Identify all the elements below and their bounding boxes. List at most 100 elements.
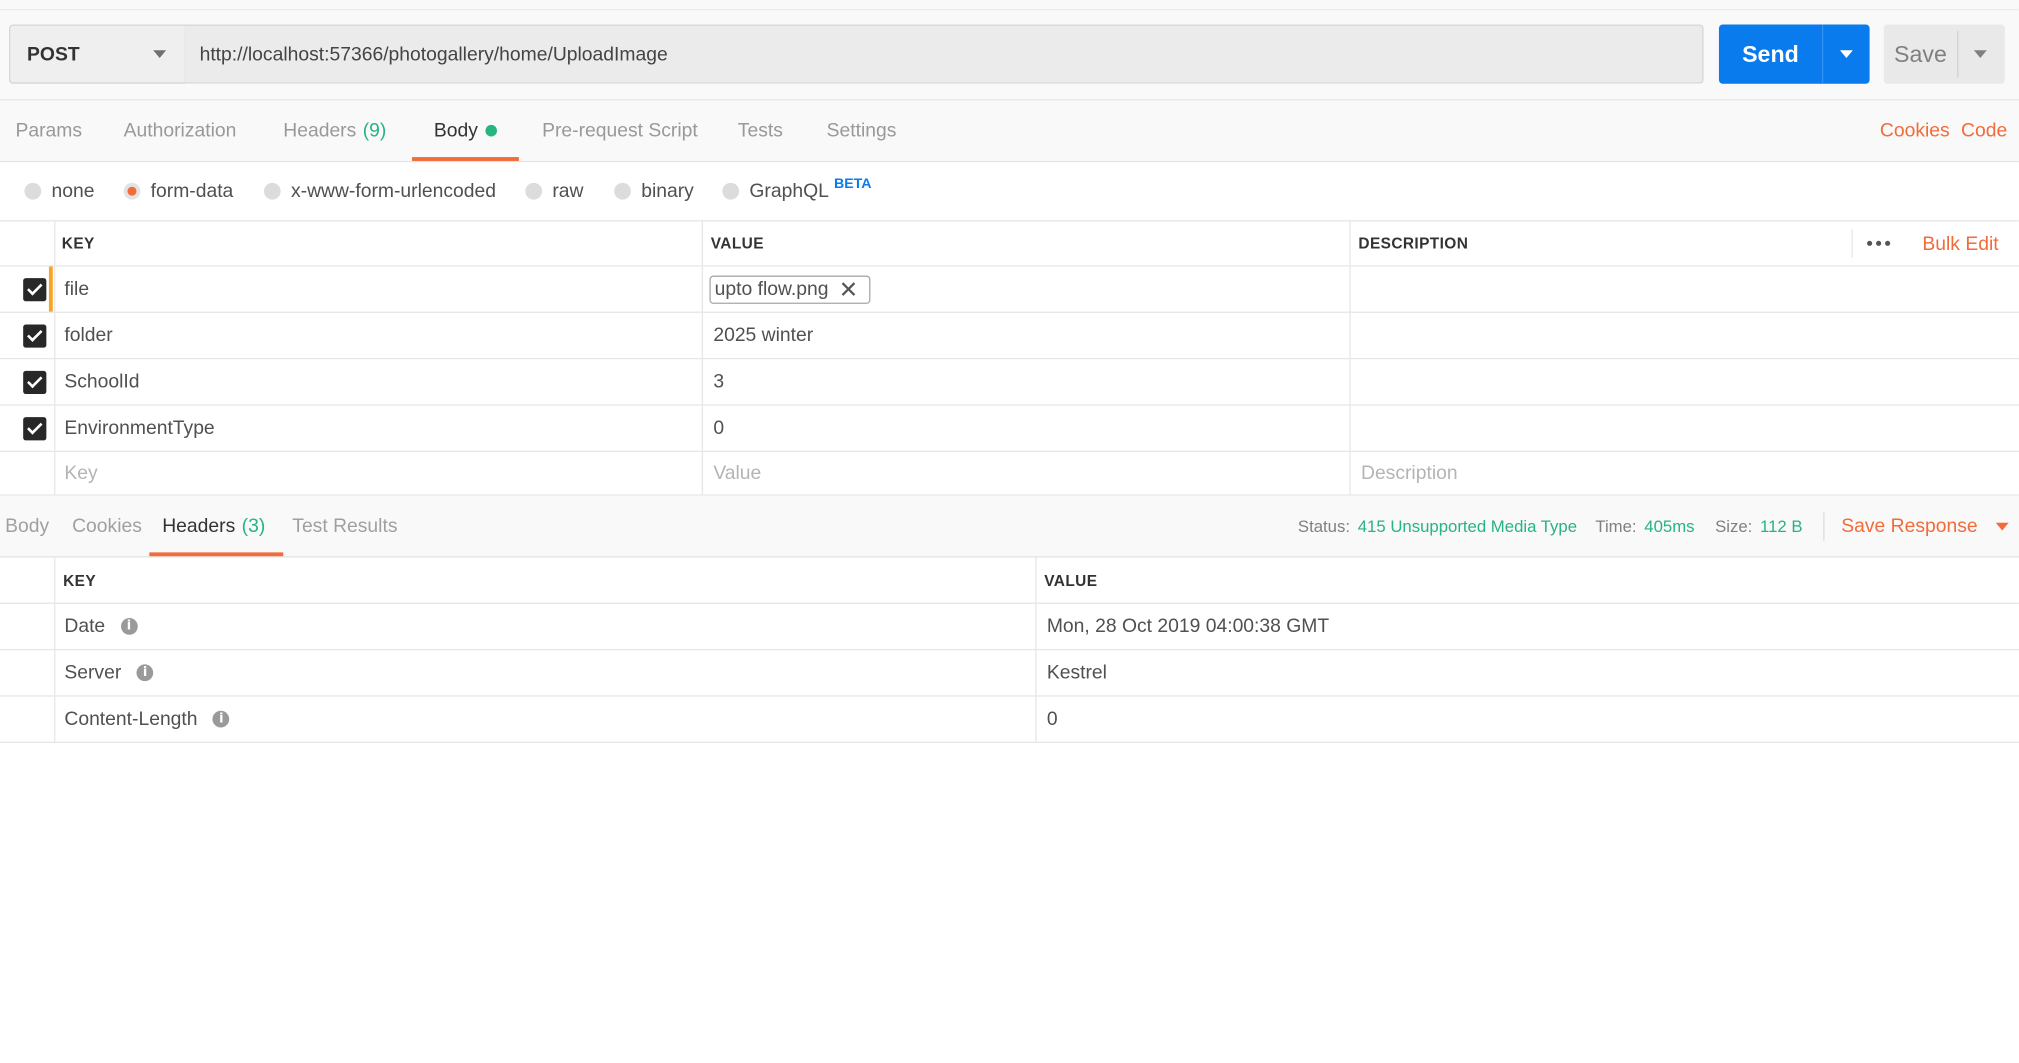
status-value[interactable]: 415 Unsupported Media Type [1358, 516, 1577, 535]
file-name: upto flow.png [714, 278, 829, 301]
response-tab-body[interactable]: Body [5, 496, 49, 557]
radio-graphql[interactable]: GraphQL BETA [722, 162, 872, 220]
save-divider [1957, 30, 1959, 78]
column-divider [54, 603, 56, 649]
info-icon[interactable]: i [120, 618, 138, 635]
request-url-bar: POST http://localhost:57366/photogallery… [0, 0, 2019, 101]
tab-authorization[interactable]: Authorization [124, 100, 237, 161]
radio-x-www-form-urlencoded[interactable]: x-www-form-urlencoded [263, 162, 496, 220]
info-icon[interactable]: i [136, 664, 154, 682]
table-row: Content-Length i 0 [0, 696, 2019, 743]
method-select[interactable]: POST [9, 24, 186, 84]
info-icon[interactable]: i [212, 710, 230, 728]
size-indicator: Size: 112 B [1715, 496, 1802, 557]
response-tab-cookies[interactable]: Cookies [72, 496, 142, 557]
bulk-edit-link[interactable]: Bulk Edit [1922, 221, 1998, 265]
column-divider [54, 266, 56, 312]
checkbox-checked-icon [23, 323, 47, 348]
response-tab-cookies-label: Cookies [72, 515, 142, 537]
row-enabled-checkbox[interactable] [23, 313, 47, 358]
send-button[interactable]: Send [1718, 24, 1870, 84]
radio-circle [722, 182, 740, 200]
time-label: Time: [1595, 516, 1637, 536]
radio-circle [263, 182, 281, 200]
close-icon[interactable]: ✕ [839, 277, 858, 300]
column-divider [1349, 451, 1351, 495]
tab-tests[interactable]: Tests [738, 100, 783, 161]
send-options-dropdown[interactable] [1823, 24, 1869, 83]
radio-none-label: none [51, 180, 95, 203]
radio-raw[interactable]: raw [525, 162, 584, 220]
radio-none[interactable]: none [24, 162, 94, 220]
column-divider [701, 451, 704, 495]
save-response-button[interactable]: Save Response [1841, 496, 2009, 557]
column-divider [701, 359, 704, 405]
chevron-down-icon [1839, 50, 1853, 58]
column-header-key: KEY [63, 571, 97, 590]
row-focus-indicator [48, 266, 53, 312]
table-row-new: Key Value Description [0, 451, 2019, 496]
tab-params[interactable]: Params [15, 100, 82, 161]
column-divider [1035, 696, 1037, 742]
radio-binary[interactable]: binary [614, 162, 694, 220]
value-cell[interactable]: upto flow.png ✕ [709, 267, 870, 312]
column-header-value: VALUE [710, 234, 764, 253]
column-divider [701, 312, 704, 358]
column-header-value: VALUE [1044, 571, 1098, 590]
new-value-input[interactable]: Value [713, 452, 761, 494]
column-divider [1349, 221, 1351, 266]
key-cell[interactable]: file [64, 267, 89, 312]
key-cell[interactable]: folder [64, 313, 112, 358]
row-enabled-checkbox[interactable] [23, 359, 47, 404]
radio-graphql-label: GraphQL [749, 180, 829, 203]
send-label: Send [1742, 40, 1799, 67]
tab-params-label: Params [15, 119, 83, 142]
header-key-cell: Content-Length i [64, 697, 230, 742]
tab-tests-label: Tests [737, 119, 783, 142]
row-enabled-checkbox[interactable] [23, 267, 47, 312]
column-divider [54, 312, 56, 358]
url-input[interactable]: http://localhost:57366/photogallery/home… [184, 24, 1704, 84]
tab-settings[interactable]: Settings [827, 100, 897, 161]
column-divider [1035, 650, 1037, 696]
time-value[interactable]: 405ms [1644, 516, 1694, 535]
column-header-description: DESCRIPTION [1358, 234, 1469, 253]
value-cell[interactable]: 3 [713, 359, 724, 404]
chevron-down-icon [1973, 50, 1987, 58]
more-options-button[interactable] [1867, 221, 1891, 265]
form-data-table: KEY VALUE DESCRIPTION Bulk Edit file upt… [0, 220, 2019, 496]
response-tab-headers[interactable]: Headers (3) [149, 496, 284, 557]
column-divider [54, 359, 56, 405]
row-enabled-checkbox[interactable] [23, 406, 47, 451]
save-button[interactable]: Save [1883, 24, 2005, 84]
method-label: POST [27, 43, 80, 66]
tab-headers-label: Headers [283, 119, 357, 142]
column-divider [54, 405, 56, 451]
cookies-link[interactable]: Cookies [1880, 100, 1950, 161]
column-divider [1349, 359, 1351, 405]
column-divider [54, 650, 56, 696]
value-cell[interactable]: 0 [713, 406, 724, 451]
tab-pre-request-script[interactable]: Pre-request Script [542, 100, 698, 161]
radio-form-data[interactable]: form-data [123, 162, 233, 220]
radio-binary-label: binary [641, 180, 694, 203]
header-value-cell: Kestrel [1046, 661, 1107, 684]
tab-settings-label: Settings [826, 119, 897, 142]
value-cell[interactable]: 2025 winter [713, 313, 813, 358]
key-cell[interactable]: EnvironmentType [64, 406, 214, 451]
size-value[interactable]: 112 B [1760, 516, 1803, 535]
beta-badge: BETA [833, 175, 872, 192]
column-divider [1349, 405, 1351, 451]
column-divider [1349, 312, 1351, 358]
column-divider [54, 557, 56, 603]
key-cell[interactable]: SchoolId [64, 359, 139, 404]
column-divider [1349, 266, 1351, 312]
tab-headers[interactable]: Headers (9) [283, 100, 386, 161]
response-tab-test-results[interactable]: Test Results [292, 496, 397, 557]
new-description-input[interactable]: Description [1361, 452, 1458, 494]
tab-body[interactable]: Body [411, 100, 520, 161]
code-link[interactable]: Code [1961, 100, 2007, 161]
top-divider [0, 9, 2019, 11]
tab-pre-request-label: Pre-request Script [542, 119, 698, 142]
new-key-input[interactable]: Key [64, 452, 97, 494]
